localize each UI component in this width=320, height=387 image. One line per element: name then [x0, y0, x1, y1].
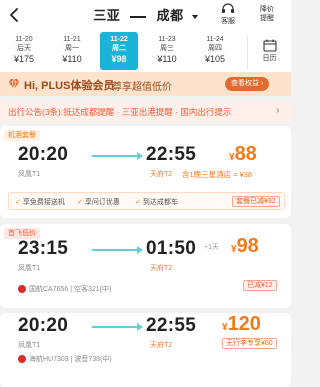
- chevron-right-icon: ›: [276, 105, 280, 116]
- date-label: 11-24: [206, 36, 224, 43]
- airline-info: 国航CA7656 | 空客321(中): [18, 284, 111, 294]
- route-title[interactable]: 三亚 成都: [0, 5, 291, 24]
- weekday-label: 周一: [65, 45, 79, 52]
- diamond-icon: [8, 78, 20, 90]
- hotel-note: 含1晚三星酒店 ≈ ¥38: [182, 170, 252, 179]
- price-value: 98: [236, 235, 259, 257]
- departure-time: 20:20: [18, 144, 69, 165]
- arrival-airport: 天府T2: [150, 171, 173, 178]
- weekday-label: 后天: [17, 45, 31, 52]
- price-alert-label: 降价提醒: [260, 6, 274, 22]
- customer-service-label: 客服: [221, 18, 235, 25]
- date-item-selected[interactable]: 11-22 周二 ¥98: [100, 32, 138, 70]
- date-item[interactable]: 11-20 后天 ¥175: [5, 32, 43, 70]
- plus-subtitle: 尊享超值低价: [112, 82, 172, 93]
- flight-card[interactable]: 20:20 凤凰T1 22:55 天府T2 ¥120 无行李专享¥60 海航HU…: [0, 313, 291, 387]
- route-to: 成都: [156, 8, 184, 23]
- discount-badge: 套餐已减¥32: [232, 196, 280, 207]
- arrival-airport: 天府T2: [150, 342, 173, 349]
- route-from: 三亚: [93, 8, 121, 23]
- customer-service-button[interactable]: 客服: [214, 3, 242, 26]
- weekday-label: 周二: [112, 45, 126, 52]
- chevron-down-icon: [191, 14, 198, 19]
- plus-member-banner[interactable]: Hi, PLUS体验会员 尊享超值低价 查看权益 ›: [0, 72, 291, 96]
- airline-logo-icon: [18, 355, 26, 364]
- route-arrow-icon: [130, 15, 147, 18]
- top-header: 三亚 成都 客服 降价提醒: [0, 0, 291, 30]
- plus-title: Hi, PLUS体验会员: [24, 80, 115, 92]
- calendar-button[interactable]: 日历: [247, 36, 291, 70]
- date-label: 11-20: [15, 36, 33, 43]
- price-value: 120: [227, 313, 261, 335]
- arrival-time: 22:55: [146, 144, 197, 165]
- departure-time: 20:20: [18, 315, 69, 336]
- airline-info: 海航HU7303 | 波音738(中): [18, 354, 112, 364]
- date-item[interactable]: 11-24 周四 ¥105: [196, 32, 234, 70]
- date-price: ¥175: [13, 54, 35, 64]
- date-item[interactable]: 11-23 周三 ¥110: [148, 32, 186, 70]
- date-label: 11-22: [110, 36, 128, 43]
- headset-icon: [222, 3, 234, 13]
- flight-card[interactable]: 首飞低价 23:15 凤凰T1 01:50 +1天 天府T2 ¥98 国航CA7…: [0, 224, 291, 308]
- date-label: 11-23: [158, 36, 176, 43]
- flight-price: ¥88: [229, 143, 257, 166]
- travel-notice-bar[interactable]: 出行公告(3条):抵达成都提醒 · 三亚出港提醒 · 国内出行提示 ›: [0, 101, 291, 121]
- flight-card[interactable]: 机酒套餐 20:20 凤凰T1 22:55 天府T2 ¥88 含1晚三星酒店 ≈…: [0, 126, 291, 218]
- date-label: 11-21: [63, 36, 81, 43]
- arrival-time: 01:50: [146, 238, 197, 259]
- flight-arrow-icon: [92, 152, 143, 160]
- price-value: 88: [234, 143, 257, 165]
- discount-badge: 已减¥12: [243, 280, 277, 291]
- date-price: ¥110: [62, 54, 82, 64]
- check-icon: ✓: [15, 199, 21, 206]
- benefit-item: ✓ 到达成都车: [135, 199, 178, 206]
- flight-price: ¥98: [231, 235, 259, 258]
- view-benefits-button[interactable]: 查看权益 ›: [225, 77, 270, 91]
- notice-text: 出行公告(3条):抵达成都提醒 · 三亚出港提醒 · 国内出行提示: [8, 107, 232, 117]
- departure-airport: 凤凰T1: [18, 342, 41, 349]
- date-price: ¥105: [204, 54, 226, 64]
- departure-airport: 凤凰T1: [18, 171, 41, 178]
- departure-airport: 凤凰T1: [18, 265, 41, 272]
- check-icon: ✓: [135, 199, 141, 206]
- weekday-label: 周三: [160, 45, 174, 52]
- calendar-icon: [262, 39, 277, 52]
- calendar-label: 日历: [262, 55, 277, 62]
- package-benefits: ✓ 享免费接送机 ✓ 享问订优惠 ✓ 到达成都车 套餐已减¥32: [8, 192, 285, 210]
- date-price: ¥110: [157, 54, 177, 64]
- flight-price: ¥120: [222, 313, 261, 336]
- departure-time: 23:15: [18, 238, 69, 259]
- next-day-label: +1天: [204, 244, 219, 251]
- flight-arrow-icon: [92, 246, 143, 254]
- benefit-item: ✓ 享问订优惠: [77, 199, 120, 206]
- airline-logo-icon: [18, 285, 26, 294]
- benefit-item: ✓ 享免费接送机: [15, 199, 65, 206]
- date-item[interactable]: 11-21 周一 ¥110: [53, 32, 91, 70]
- weekday-label: 周四: [208, 45, 222, 52]
- flight-tag: 机酒套餐: [4, 130, 40, 141]
- flight-arrow-icon: [92, 323, 143, 331]
- arrival-time: 22:55: [146, 315, 197, 336]
- no-baggage-badge: 无行李专享¥60: [222, 338, 277, 349]
- check-icon: ✓: [77, 199, 83, 206]
- price-alert-button[interactable]: 降价提醒: [253, 3, 281, 23]
- arrival-airport: 天府T2: [150, 265, 173, 272]
- date-price: ¥98: [111, 54, 127, 64]
